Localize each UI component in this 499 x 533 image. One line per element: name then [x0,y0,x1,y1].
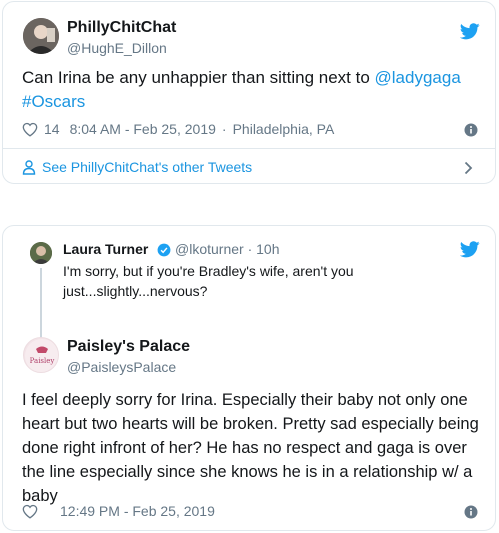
author-handle[interactable]: @lkoturner [175,241,244,257]
heart-icon[interactable] [22,504,38,519]
heart-icon[interactable] [22,122,38,137]
author-name[interactable]: Laura Turner [63,241,148,257]
timestamp[interactable]: 12:49 PM - Feb 25, 2019 [60,503,215,519]
location[interactable]: Philadelphia, PA [233,121,335,137]
tweet-meta: 14 8:04 AM - Feb 25, 2019 · Philadelphia… [22,121,334,137]
tweet-text-line: the line especially since she knows he i… [22,463,473,481]
avatar[interactable] [30,242,52,264]
author-handle[interactable]: @PaisleysPalace [67,359,176,375]
twitter-bird-icon[interactable] [460,241,480,258]
verified-badge-icon [157,243,171,257]
info-icon[interactable] [464,505,478,519]
author-name[interactable]: Paisley's Palace [67,338,190,356]
embedded-tweet-card: Laura Turner @lkoturner · 10h I'm sorry,… [2,225,496,531]
tweet-text: Can Irina be any unhappier than sitting … [22,66,482,114]
avatar[interactable] [23,18,59,54]
separator: · [221,121,227,137]
avatar[interactable]: Paisley [23,337,59,373]
author-handle[interactable]: @HughE_Dillon [67,40,167,56]
svg-text:Paisley: Paisley [30,357,55,365]
embedded-tweet-card: PhillyChitChat @HughE_Dillon Can Irina b… [2,1,496,184]
author-name[interactable]: PhillyChitChat [67,19,176,37]
info-icon[interactable] [464,123,478,137]
tweet-text-body: Can Irina be any unhappier than sitting … [22,68,375,87]
parent-text-line: I'm sorry, but if you're Bradley's wife,… [63,263,354,279]
mention-link[interactable]: @ladygaga [375,68,461,87]
see-other-tweets-link[interactable]: See PhillyChitChat's other Tweets [22,159,252,175]
hashtag-link[interactable]: #Oscars [22,92,85,111]
tweet-text-line: I feel deeply sorry for Irina. Especiall… [22,391,468,409]
tweet-meta: 12:49 PM - Feb 25, 2019 [22,503,215,519]
divider [3,148,495,149]
relative-time[interactable]: 10h [256,241,279,257]
person-icon [22,159,36,175]
parent-text-line: just...slightly...nervous? [63,283,208,299]
timestamp[interactable]: 8:04 AM - Feb 25, 2019 [70,121,216,137]
parent-tweet-text: I'm sorry, but if you're Bradley's wife,… [63,261,354,301]
twitter-bird-icon[interactable] [460,23,480,40]
separator: · [247,241,253,257]
see-other-tweets-label[interactable]: See PhillyChitChat's other Tweets [42,159,252,175]
like-count[interactable]: 14 [44,121,60,137]
parent-meta: @lkoturner · 10h [175,241,280,257]
tweet-text: I feel deeply sorry for Irina. Especiall… [22,388,492,508]
tweet-text-line: done right infront of her? He has no res… [22,439,467,457]
tweet-text-line: heart but two hearts will be broken. Pre… [22,415,479,433]
chevron-right-icon[interactable] [464,161,473,175]
thread-line [40,268,42,338]
